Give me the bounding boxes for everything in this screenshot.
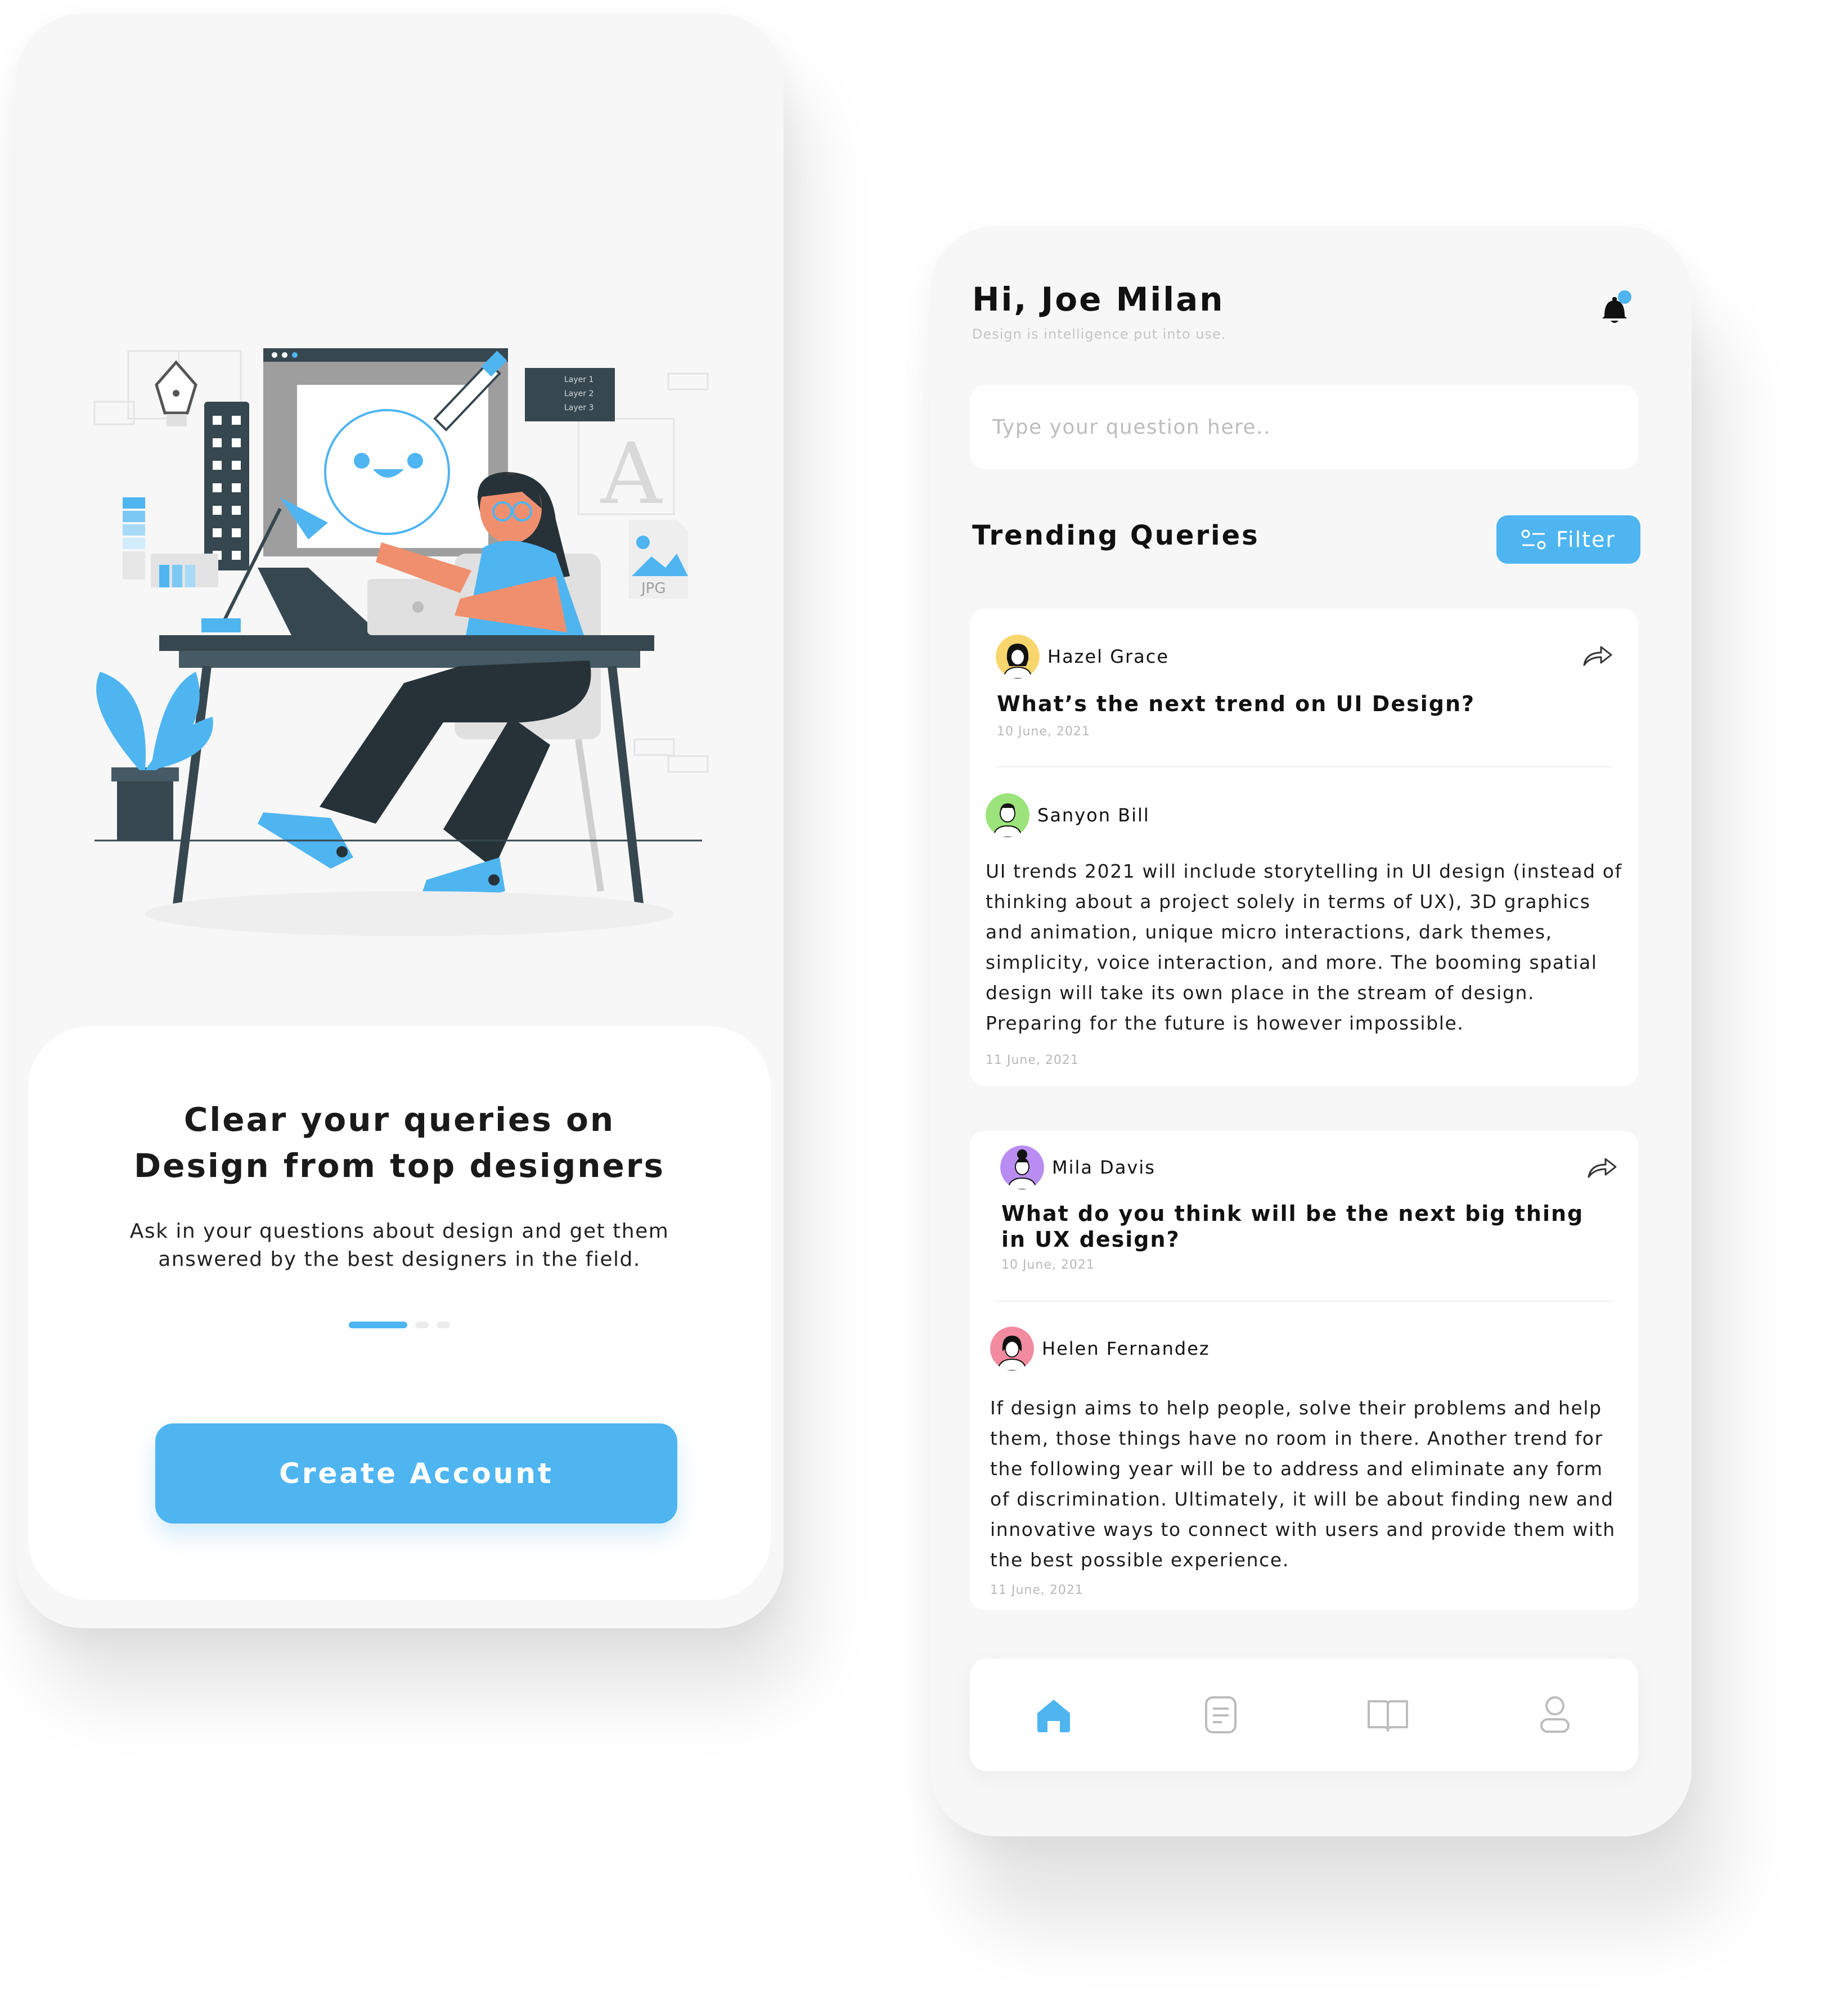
query-card[interactable]: Mila Davis What do you think will be the… [970, 1131, 1638, 1610]
onboarding-title-line-1: Clear your queries on [183, 1100, 615, 1139]
layer-1-label: Layer 1 [564, 375, 593, 384]
avatar[interactable] [986, 793, 1029, 837]
filter-button[interactable]: Filter [1496, 515, 1640, 564]
answerer-row: Helen Fernandez [990, 1327, 1210, 1371]
nav-profile[interactable] [1530, 1690, 1580, 1740]
divider [997, 1301, 1611, 1302]
answer-date: 11 June, 2021 [986, 1053, 1079, 1067]
answerer-name[interactable]: Sanyon Bill [1037, 805, 1150, 826]
avatar[interactable] [996, 635, 1040, 679]
onboarding-title-line-2: Design from top designers [133, 1147, 665, 1185]
divider [997, 766, 1611, 767]
asker-name[interactable]: Mila Davis [1052, 1157, 1155, 1178]
nav-library[interactable] [1363, 1690, 1413, 1740]
notification-bell-icon[interactable] [1598, 289, 1631, 329]
layer-2-label: Layer 2 [564, 389, 593, 398]
home-screen: Hi, Joe Milan Design is intelligence put… [929, 226, 1692, 1836]
share-icon[interactable] [1586, 1156, 1618, 1180]
letter-a-graphic: A [600, 425, 663, 523]
question-date: 10 June, 2021 [1001, 1258, 1095, 1272]
avatar[interactable] [1000, 1145, 1044, 1189]
bottom-navigation [970, 1659, 1638, 1771]
question-date: 10 June, 2021 [997, 725, 1090, 739]
create-account-button[interactable]: Create Account [155, 1423, 677, 1524]
answerer-name[interactable]: Helen Fernandez [1042, 1338, 1210, 1359]
answer-text: UI trends 2021 will include storytelling… [986, 860, 1622, 1034]
question-search-input[interactable] [970, 385, 1638, 469]
onboarding-screen: Layer 1 Layer 2 Layer 3 A JPG Clear your… [16, 14, 784, 1628]
query-card[interactable]: Hazel Grace What’s the next trend on UI … [970, 609, 1638, 1086]
jpg-label: JPG [640, 580, 666, 597]
onboarding-description: Ask in your questions about design and g… [129, 1220, 669, 1271]
share-icon[interactable] [1582, 644, 1613, 668]
designer-illustration: Layer 1 Layer 2 Layer 3 A JPG [93, 348, 709, 936]
home-icon [1037, 1700, 1070, 1732]
answer-date: 11 June, 2021 [990, 1583, 1083, 1597]
answerer-row: Sanyon Bill [986, 793, 1150, 837]
pen-nib-icon [155, 360, 197, 426]
onboarding-card: Clear your queries on Design from top de… [28, 1026, 771, 1600]
pager-dot-2[interactable] [415, 1322, 429, 1328]
document-icon [1204, 1696, 1237, 1733]
onboarding-title: Clear your queries on Design from top de… [62, 1097, 737, 1189]
answer-text: If design aims to help people, solve the… [990, 1397, 1616, 1571]
asker-row: Hazel Grace [996, 635, 1169, 679]
nav-queries[interactable] [1195, 1690, 1246, 1740]
greeting: Hi, Joe Milan [972, 280, 1225, 318]
filter-sliders-icon [1521, 529, 1546, 550]
tagline: Design is intelligence put into use. [972, 326, 1226, 342]
asker-row: Mila Davis [1000, 1145, 1155, 1189]
layer-3-label: Layer 3 [564, 403, 593, 412]
trending-queries-title: Trending Queries [972, 520, 1260, 551]
pager-dot-1[interactable] [349, 1322, 407, 1328]
pager-dots [28, 1322, 771, 1328]
notification-dot [1618, 290, 1631, 304]
profile-icon [1540, 1696, 1570, 1733]
asker-name[interactable]: Hazel Grace [1047, 646, 1169, 667]
pager-dot-3[interactable] [437, 1322, 450, 1328]
question-title[interactable]: What do you think will be the next big t… [1001, 1201, 1604, 1252]
filter-label: Filter [1555, 527, 1616, 552]
question-title[interactable]: What’s the next trend on UI Design? [997, 691, 1604, 717]
avatar[interactable] [990, 1327, 1034, 1371]
book-icon [1367, 1700, 1408, 1732]
nav-home[interactable] [1028, 1690, 1079, 1740]
